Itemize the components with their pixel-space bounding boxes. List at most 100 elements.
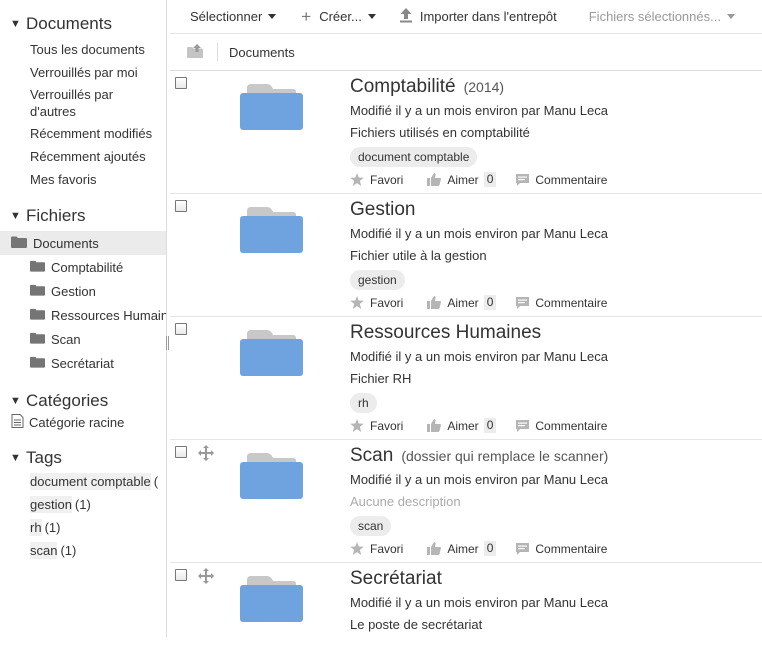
like-action[interactable]: Aimer 0 — [427, 541, 497, 556]
files-section-title: Fichiers — [26, 206, 86, 225]
favorite-action[interactable]: Favori — [350, 419, 403, 433]
comment-label: Commentaire — [535, 541, 608, 556]
create-menu-button[interactable]: + Créer... — [301, 0, 376, 34]
tags-section-title: Tags — [26, 448, 62, 467]
category-root[interactable]: Catégorie racine — [0, 412, 166, 432]
move-arrows-icon[interactable] — [198, 568, 214, 587]
document-title-line: Scan (dossier qui remplace le scanner) — [350, 445, 608, 467]
nav-locked-by-others[interactable]: Verrouillés par d'autres — [0, 86, 130, 120]
tree-item-secretariat[interactable]: Secrétariat — [0, 351, 166, 375]
like-action[interactable]: Aimer 0 — [427, 418, 497, 433]
like-label: Aimer — [447, 418, 479, 433]
document-tag[interactable]: document comptable — [350, 147, 478, 167]
categories-section-title: Catégories — [26, 391, 109, 410]
sidebar-resize-handle[interactable] — [166, 336, 169, 350]
categories-section-header[interactable]: ▼ Catégories — [0, 390, 166, 412]
tree-item-comptabilite[interactable]: Comptabilité — [0, 255, 166, 279]
tag-name: document comptable — [30, 473, 151, 490]
document-title-line: Secrétariat — [350, 568, 442, 590]
favorite-action[interactable]: Favori — [350, 173, 403, 187]
comment-action[interactable]: Commentaire — [516, 542, 607, 556]
favorite-label: Favori — [370, 541, 404, 556]
tree-item-label: Scan — [51, 331, 81, 347]
document-description: Fichiers utilisés en comptabilité — [350, 125, 530, 140]
select-checkbox[interactable] — [175, 77, 187, 89]
files-section-header[interactable]: ▼ Fichiers — [0, 205, 166, 227]
document-title[interactable]: Secrétariat — [350, 568, 442, 589]
folder-icon[interactable] — [240, 83, 303, 133]
selected-files-label: Fichiers sélectionnés... — [588, 9, 721, 24]
nav-recently-modified[interactable]: Récemment modifiés — [0, 122, 166, 145]
select-checkbox[interactable] — [175, 446, 187, 458]
upload-button[interactable]: Importer dans l'entrepôt — [399, 0, 557, 34]
like-count: 0 — [483, 541, 497, 556]
comment-icon — [516, 542, 530, 555]
comment-action[interactable]: Commentaire — [516, 419, 607, 433]
select-menu-button[interactable]: Sélectionner — [190, 0, 277, 34]
folder-up-icon[interactable] — [187, 43, 203, 61]
document-title-line: Comptabilité (2014) — [350, 76, 504, 98]
comment-action[interactable]: Commentaire — [516, 173, 607, 187]
tag-item[interactable]: document comptable ( — [0, 470, 166, 493]
favorite-action[interactable]: Favori — [350, 542, 403, 556]
folder-icon — [30, 308, 45, 323]
document-list: Comptabilité (2014) Modifié il y a un moi… — [170, 71, 762, 637]
folder-icon[interactable] — [240, 329, 303, 379]
nav-my-favorites[interactable]: Mes favoris — [0, 168, 166, 191]
tag-count: (1) — [74, 497, 91, 512]
nav-all-documents[interactable]: Tous les documents — [0, 38, 166, 61]
document-tag[interactable]: rh — [350, 393, 377, 413]
documents-section-header[interactable]: ▼ Documents — [0, 13, 166, 35]
tree-item-ressources-humaines[interactable]: Ressources Humaines — [0, 303, 166, 327]
toolbar: Sélectionner + Créer... Importer dans l'… — [170, 0, 762, 34]
nav-locked-by-me[interactable]: Verrouillés par moi — [0, 61, 166, 84]
tag-item[interactable]: gestion (1) — [0, 493, 166, 516]
document-row: Secrétariat Modifié il y a un mois envir… — [170, 563, 762, 637]
plus-icon: + — [301, 7, 312, 26]
favorite-label: Favori — [370, 418, 404, 433]
thumbs-up-icon — [427, 542, 442, 555]
comment-label: Commentaire — [535, 172, 608, 187]
folder-icon[interactable] — [240, 452, 303, 502]
star-icon — [350, 419, 364, 432]
breadcrumb-current[interactable]: Documents — [229, 45, 295, 60]
favorite-action[interactable]: Favori — [350, 296, 403, 310]
tree-item-documents[interactable]: Documents — [0, 231, 166, 255]
tag-item[interactable]: rh (1) — [0, 516, 166, 539]
move-arrows-icon[interactable] — [198, 445, 214, 464]
like-action[interactable]: Aimer 0 — [427, 295, 497, 310]
select-checkbox[interactable] — [175, 323, 187, 335]
document-title[interactable]: Comptabilité — [350, 76, 456, 97]
select-checkbox[interactable] — [175, 200, 187, 212]
document-row: Scan (dossier qui remplace le scanner) Mo… — [170, 440, 762, 563]
tag-item[interactable]: scan (1) — [0, 539, 166, 562]
collapse-triangle-icon[interactable]: ▼ — [10, 18, 21, 30]
folder-icon — [30, 356, 45, 371]
tags-section-header[interactable]: ▼ Tags — [0, 447, 166, 469]
folder-icon[interactable] — [240, 206, 303, 256]
document-title-extra: (dossier qui remplace le scanner) — [401, 448, 609, 464]
document-modified-info: Modifié il y a un mois environ par Manu … — [350, 349, 608, 364]
select-checkbox[interactable] — [175, 569, 187, 581]
collapse-triangle-icon[interactable]: ▼ — [10, 395, 21, 407]
document-title[interactable]: Ressources Humaines — [350, 322, 541, 343]
category-root-label: Catégorie racine — [29, 414, 125, 430]
document-tag[interactable]: gestion — [350, 270, 405, 290]
collapse-triangle-icon[interactable]: ▼ — [10, 452, 21, 464]
tag-count: (1) — [60, 543, 77, 558]
collapse-triangle-icon[interactable]: ▼ — [10, 210, 21, 222]
document-title[interactable]: Gestion — [350, 199, 415, 220]
tree-item-scan[interactable]: Scan — [0, 327, 166, 351]
folder-icon[interactable] — [240, 575, 303, 625]
like-label: Aimer — [447, 541, 479, 556]
tree-item-gestion[interactable]: Gestion — [0, 279, 166, 303]
document-title[interactable]: Scan — [350, 445, 393, 466]
like-action[interactable]: Aimer 0 — [427, 172, 497, 187]
like-count: 0 — [483, 418, 497, 433]
selected-files-menu[interactable]: Fichiers sélectionnés... — [589, 0, 735, 34]
document-icon — [11, 413, 24, 431]
document-tag[interactable]: scan — [350, 516, 392, 536]
tag-count: (1) — [44, 520, 61, 535]
comment-action[interactable]: Commentaire — [516, 296, 607, 310]
nav-recently-added[interactable]: Récemment ajoutés — [0, 145, 166, 168]
